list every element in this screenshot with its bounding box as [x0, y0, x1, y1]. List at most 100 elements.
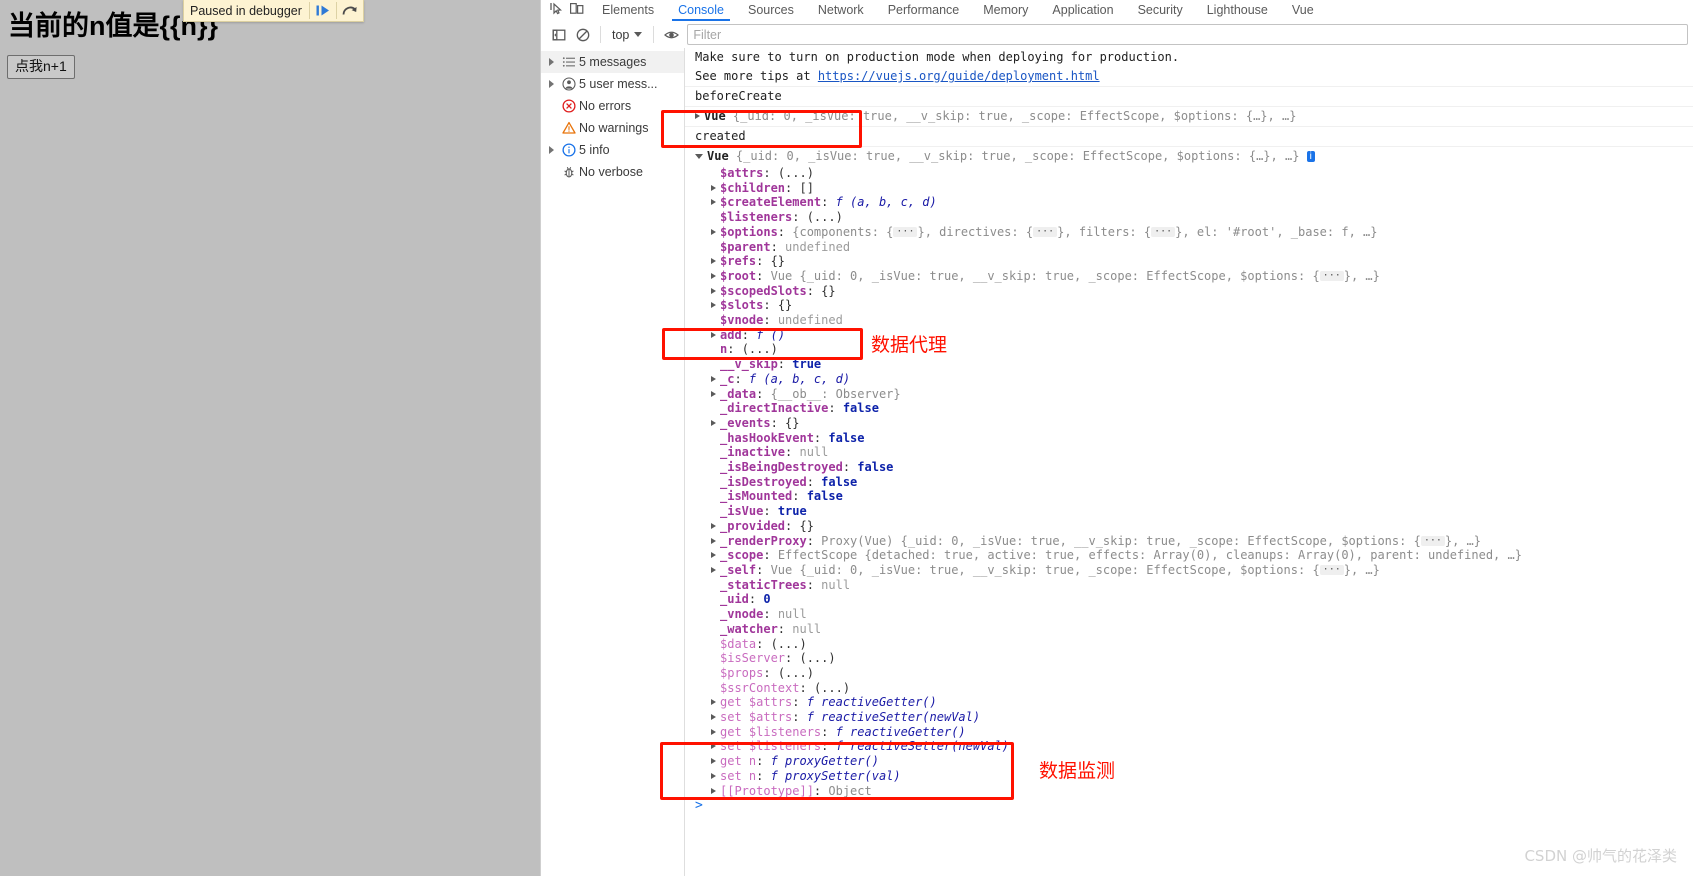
console-object-vue-expanded[interactable]: Vue {_uid: 0, _isVue: true, __v_skip: tr… [685, 147, 1693, 166]
sidebar-item-warnings[interactable]: No warnings [541, 117, 684, 139]
console-filter-input[interactable] [687, 24, 1688, 45]
object-property-row[interactable]: _renderProxy: Proxy(Vue) {_uid: 0, _isVu… [685, 534, 1693, 549]
expand-triangle-icon[interactable] [711, 375, 716, 382]
expand-triangle-icon[interactable] [711, 787, 716, 794]
chevron-right-icon[interactable] [545, 146, 558, 154]
tab-console[interactable]: Console [666, 3, 736, 21]
object-property-row[interactable]: _staticTrees: null [685, 578, 1693, 593]
tab-network[interactable]: Network [806, 3, 876, 21]
live-expression-eye-icon[interactable] [659, 23, 683, 47]
object-property-row[interactable]: $props: (...) [685, 666, 1693, 681]
tab-vue[interactable]: Vue [1280, 3, 1326, 21]
ellipsis-chip[interactable]: ··· [893, 227, 918, 238]
resume-script-icon[interactable] [310, 0, 336, 21]
sidebar-item-errors[interactable]: No errors [541, 95, 684, 117]
sidebar-panel-icon[interactable] [547, 23, 571, 47]
chevron-right-icon[interactable] [545, 80, 558, 88]
expand-triangle-icon[interactable] [711, 699, 716, 706]
object-property-row[interactable]: $scopedSlots: {} [685, 284, 1693, 299]
tab-application[interactable]: Application [1040, 3, 1125, 21]
console-message-list[interactable]: Make sure to turn on production mode whe… [685, 48, 1693, 876]
object-property-row[interactable]: _hasHookEvent: false [685, 431, 1693, 446]
object-property-row[interactable]: get n: f proxyGetter() [685, 754, 1693, 769]
object-property-row[interactable]: $attrs: (...) [685, 166, 1693, 181]
console-object-vue-collapsed[interactable]: Vue {_uid: 0, _isVue: true, __v_skip: tr… [685, 107, 1693, 127]
info-badge[interactable]: i [1306, 151, 1315, 162]
tab-security[interactable]: Security [1126, 3, 1195, 21]
expand-triangle-icon[interactable] [711, 758, 716, 765]
object-property-row[interactable]: _isDestroyed: false [685, 475, 1693, 490]
object-property-row[interactable]: $data: (...) [685, 637, 1693, 652]
object-property-row[interactable]: _directInactive: false [685, 401, 1693, 416]
console-prompt[interactable]: > [685, 798, 1693, 814]
collapse-triangle-icon[interactable] [695, 154, 703, 159]
chevron-right-icon[interactable] [545, 58, 558, 66]
object-property-row[interactable]: $ssrContext: (...) [685, 681, 1693, 696]
expand-triangle-icon[interactable] [711, 714, 716, 721]
sidebar-item-verbose[interactable]: No verbose [541, 161, 684, 183]
expand-triangle-icon[interactable] [711, 772, 716, 779]
execution-context-selector[interactable]: top [606, 28, 648, 42]
sidebar-item-user-messages[interactable]: 5 user mess... [541, 73, 684, 95]
sidebar-item-messages[interactable]: 5 messages [541, 51, 684, 73]
expand-triangle-icon[interactable] [711, 287, 716, 294]
tab-elements[interactable]: Elements [590, 3, 666, 21]
expand-triangle-icon[interactable] [711, 552, 716, 559]
object-property-row[interactable]: _self: Vue {_uid: 0, _isVue: true, __v_s… [685, 563, 1693, 578]
object-property-row[interactable]: _provided: {} [685, 519, 1693, 534]
inspect-element-icon[interactable] [549, 2, 563, 20]
object-property-row[interactable]: _isMounted: false [685, 489, 1693, 504]
object-property-row[interactable]: __v_skip: true [685, 357, 1693, 372]
tab-sources[interactable]: Sources [736, 3, 806, 21]
expand-triangle-icon[interactable] [711, 743, 716, 750]
object-property-row[interactable]: set $attrs: f reactiveSetter(newVal) [685, 710, 1693, 725]
increment-button[interactable]: 点我n+1 [7, 55, 75, 80]
expand-triangle-icon[interactable] [711, 390, 716, 397]
expand-triangle-icon[interactable] [711, 199, 716, 206]
object-property-row[interactable]: $parent: undefined [685, 240, 1693, 255]
ellipsis-chip[interactable]: ··· [1319, 565, 1344, 576]
tab-memory[interactable]: Memory [971, 3, 1040, 21]
expand-triangle-icon[interactable] [711, 228, 716, 235]
object-property-row[interactable]: $children: [] [685, 181, 1693, 196]
device-toolbar-icon[interactable] [570, 2, 584, 20]
object-property-row[interactable]: $refs: {} [685, 254, 1693, 269]
object-property-row[interactable]: _scope: EffectScope {detached: true, act… [685, 548, 1693, 563]
object-property-row[interactable]: n: (...) [685, 342, 1693, 357]
tab-lighthouse[interactable]: Lighthouse [1195, 3, 1280, 21]
object-property-row[interactable]: _inactive: null [685, 445, 1693, 460]
object-property-row[interactable]: $createElement: f (a, b, c, d) [685, 195, 1693, 210]
object-property-row[interactable]: _uid: 0 [685, 592, 1693, 607]
ellipsis-chip[interactable]: ··· [1151, 227, 1176, 238]
expand-triangle-icon[interactable] [711, 184, 716, 191]
object-property-row[interactable]: _data: {__ob__: Observer} [685, 387, 1693, 402]
expand-triangle-icon[interactable] [711, 331, 716, 338]
expand-triangle-icon[interactable] [711, 522, 716, 529]
ellipsis-chip[interactable]: ··· [1319, 271, 1344, 282]
object-property-row[interactable]: $listeners: (...) [685, 210, 1693, 225]
object-property-row[interactable]: get $listeners: f reactiveGetter() [685, 725, 1693, 740]
object-property-row[interactable]: add: f () [685, 328, 1693, 343]
object-property-row[interactable]: _vnode: null [685, 607, 1693, 622]
expand-triangle-icon[interactable] [711, 537, 716, 544]
object-property-row[interactable]: $slots: {} [685, 298, 1693, 313]
expand-triangle-icon[interactable] [711, 302, 716, 309]
ellipsis-chip[interactable]: ··· [1420, 536, 1445, 547]
object-property-row[interactable]: _c: f (a, b, c, d) [685, 372, 1693, 387]
object-property-row[interactable]: _watcher: null [685, 622, 1693, 637]
expand-triangle-icon[interactable] [711, 258, 716, 265]
object-property-row[interactable]: $root: Vue {_uid: 0, _isVue: true, __v_s… [685, 269, 1693, 284]
ellipsis-chip[interactable]: ··· [1033, 227, 1058, 238]
clear-console-icon[interactable] [571, 23, 595, 47]
expand-triangle-icon[interactable] [711, 566, 716, 573]
object-property-row[interactable]: set n: f proxySetter(val) [685, 769, 1693, 784]
deployment-docs-link[interactable]: https://vuejs.org/guide/deployment.html [818, 69, 1100, 83]
tab-performance[interactable]: Performance [876, 3, 972, 21]
object-property-row[interactable]: _isBeingDestroyed: false [685, 460, 1693, 475]
object-property-row[interactable]: set $listeners: f reactiveSetter(newVal) [685, 739, 1693, 754]
expand-triangle-icon[interactable] [711, 272, 716, 279]
object-property-row[interactable]: $vnode: undefined [685, 313, 1693, 328]
object-property-row[interactable]: _events: {} [685, 416, 1693, 431]
object-property-row[interactable]: $isServer: (...) [685, 651, 1693, 666]
object-property-row[interactable]: _isVue: true [685, 504, 1693, 519]
